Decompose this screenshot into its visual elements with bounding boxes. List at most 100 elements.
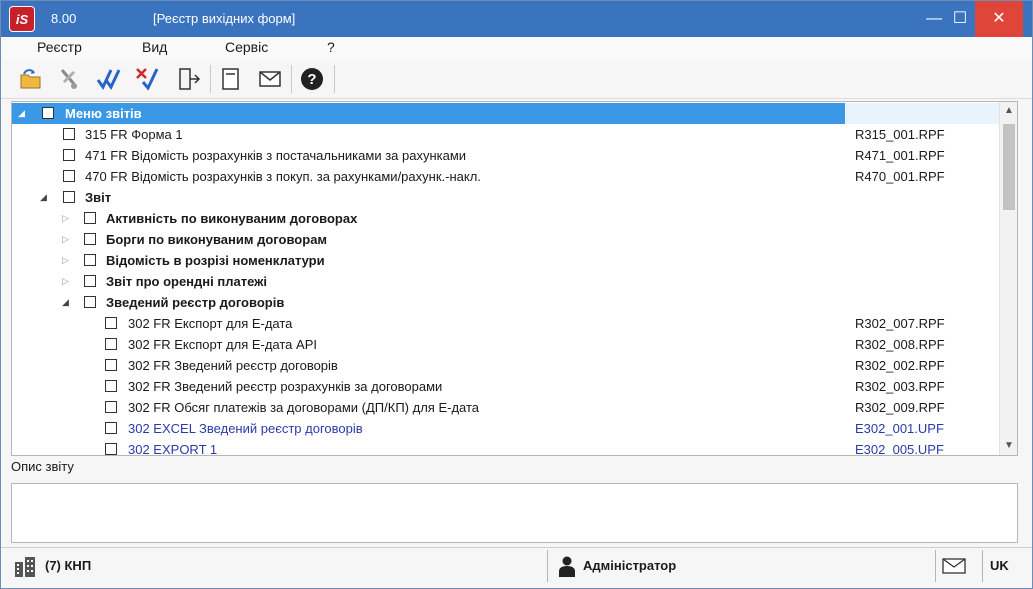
window-title: [Реєстр вихідних форм] [153, 11, 296, 26]
help-icon[interactable]: ? [296, 64, 328, 94]
tree-checkbox[interactable] [84, 233, 96, 245]
tree-label: 471 FR Відомість розрахунків з постачаль… [85, 148, 467, 163]
menu-bar: Реєстр Вид Сервіс ? [1, 37, 1032, 59]
tree-checkbox[interactable] [63, 128, 75, 140]
tree-checkbox[interactable] [105, 380, 117, 392]
tree-label: Активність по виконуваним договорах [106, 211, 358, 226]
tree-row-folder[interactable]: ▷ Звіт про орендні платежі [12, 271, 999, 292]
tree-label: 302 FR Обсяг платежів за договорами (ДП/… [128, 400, 480, 415]
tree-file: R302_002.RPF [855, 358, 945, 373]
mail-icon[interactable] [254, 64, 286, 94]
tree-label: Зведений реєстр договорів [106, 295, 285, 310]
toolbar: ? [1, 59, 1032, 99]
tree-checkbox[interactable] [105, 401, 117, 413]
tree-row[interactable]: 302 FR Експорт для Е-дата API R302_008.R… [12, 334, 999, 355]
tree-checkbox[interactable] [84, 296, 96, 308]
tree-checkbox[interactable] [105, 443, 117, 455]
description-box[interactable] [11, 483, 1018, 543]
tree-checkbox[interactable] [84, 254, 96, 266]
tree-row-folder[interactable]: ▷ Активність по виконуваним договорах [12, 208, 999, 229]
tree-file: R302_008.RPF [855, 337, 945, 352]
tree-file: R315_001.RPF [855, 127, 945, 142]
collapse-arrow-icon[interactable]: ◢ [40, 191, 50, 203]
tree-label: 302 EXPORT 1 [128, 442, 218, 456]
tree-row[interactable]: 302 FR Зведений реєстр договорів R302_00… [12, 355, 999, 376]
collapse-arrow-icon[interactable]: ◢ [18, 107, 28, 119]
maximize-button[interactable]: ☐ [943, 1, 977, 37]
tree-file: R302_003.RPF [855, 379, 945, 394]
tree-row[interactable]: 302 FR Зведений реєстр розрахунків за до… [12, 376, 999, 397]
tree-file: R302_009.RPF [855, 400, 945, 415]
tree-label: 302 FR Зведений реєстр розрахунків за до… [128, 379, 443, 394]
selected-file-cell [845, 103, 999, 124]
tree-row-folder[interactable]: ▷ Борги по виконуваним договорам [12, 229, 999, 250]
tree-checkbox[interactable] [105, 422, 117, 434]
tree-checkbox[interactable] [63, 149, 75, 161]
tree-checkbox[interactable] [105, 338, 117, 350]
expand-arrow-icon[interactable]: ▷ [62, 275, 72, 287]
tree-checkbox[interactable] [84, 275, 96, 287]
tree-label: 470 FR Відомість розрахунків з покуп. за… [85, 169, 481, 184]
tree-row-folder-report[interactable]: ◢ Звіт [12, 187, 999, 208]
status-user[interactable]: Адміністратор [583, 558, 676, 573]
report-tree[interactable]: ◢ Меню звітів 315 FR Форма 1 R315_001.RP… [11, 101, 1018, 456]
tree-checkbox[interactable] [63, 170, 75, 182]
tree-row[interactable]: 470 FR Відомість розрахунків з покуп. за… [12, 166, 999, 187]
menu-registry[interactable]: Реєстр [31, 39, 88, 55]
mail-icon[interactable] [941, 554, 967, 578]
svg-text:?: ? [307, 71, 316, 88]
tree-row[interactable]: 302 FR Експорт для Е-дата R302_007.RPF [12, 313, 999, 334]
status-organization[interactable]: (7) КНП [45, 558, 91, 573]
tree-label: 302 FR Експорт для Е-дата API [128, 337, 317, 352]
tree-row-folder[interactable]: ▷ Відомість в розрізі номенклатури [12, 250, 999, 271]
tree-checkbox[interactable] [105, 359, 117, 371]
menu-help[interactable]: ? [321, 39, 341, 55]
cut-icon[interactable] [53, 64, 85, 94]
tree-row[interactable]: 471 FR Відомість розрахунків з постачаль… [12, 145, 999, 166]
tree-row[interactable]: 302 FR Обсяг платежів за договорами (ДП/… [12, 397, 999, 418]
status-separator [547, 550, 548, 582]
expand-arrow-icon[interactable]: ▷ [62, 212, 72, 224]
scroll-up-icon[interactable]: ▲ [1000, 102, 1017, 120]
status-language[interactable]: UK [990, 558, 1009, 573]
description-label: Опис звіту [11, 459, 74, 474]
user-icon [559, 556, 575, 577]
tree-checkbox[interactable] [84, 212, 96, 224]
scroll-down-icon[interactable]: ▼ [1000, 437, 1017, 455]
exit-icon[interactable] [173, 64, 205, 94]
uncheck-all-icon[interactable] [131, 64, 163, 94]
document-icon[interactable] [215, 64, 247, 94]
tree-label: 302 FR Зведений реєстр договорів [128, 358, 338, 373]
expand-arrow-icon[interactable]: ▷ [62, 254, 72, 266]
tree-checkbox[interactable] [105, 317, 117, 329]
toolbar-separator [291, 65, 292, 93]
menu-service[interactable]: Сервіс [219, 39, 274, 55]
scroll-thumb[interactable] [1003, 124, 1015, 210]
tree-row-menu-root[interactable]: ◢ Меню звітів [12, 103, 999, 124]
check-all-icon[interactable] [93, 64, 125, 94]
tree-file: R302_007.RPF [855, 316, 945, 331]
open-folder-icon[interactable] [15, 64, 47, 94]
tree-label: Звіт про орендні платежі [106, 274, 267, 289]
tree-checkbox[interactable] [42, 107, 54, 119]
title-bar: iS 8.00 [Реєстр вихідних форм] — ☐ ✕ [1, 1, 1032, 37]
tree-row-folder[interactable]: ◢ Зведений реєстр договорів [12, 292, 999, 313]
tree-label: Звіт [85, 190, 112, 205]
tree-row[interactable]: 302 EXPORT 1 E302_005.UPF [12, 439, 999, 456]
tree-file: R471_001.RPF [855, 148, 945, 163]
toolbar-separator [210, 65, 211, 93]
tree-row[interactable]: 302 EXCEL Зведений реєстр договорів E302… [12, 418, 999, 439]
expand-arrow-icon[interactable]: ▷ [62, 233, 72, 245]
tree-label: 302 EXCEL Зведений реєстр договорів [128, 421, 363, 436]
collapse-arrow-icon[interactable]: ◢ [62, 296, 72, 308]
status-separator [935, 550, 936, 582]
app-logo-icon[interactable]: iS [9, 6, 35, 32]
menu-view[interactable]: Вид [136, 39, 173, 55]
tree-scrollbar[interactable]: ▲ ▼ [999, 102, 1017, 455]
app-window: iS 8.00 [Реєстр вихідних форм] — ☐ ✕ Реє… [0, 0, 1033, 589]
tree-row[interactable]: 315 FR Форма 1 R315_001.RPF [12, 124, 999, 145]
close-button[interactable]: ✕ [975, 1, 1023, 37]
tree-file: E302_005.UPF [855, 442, 944, 456]
tree-checkbox[interactable] [63, 191, 75, 203]
tree-label: 315 FR Форма 1 [85, 127, 183, 142]
